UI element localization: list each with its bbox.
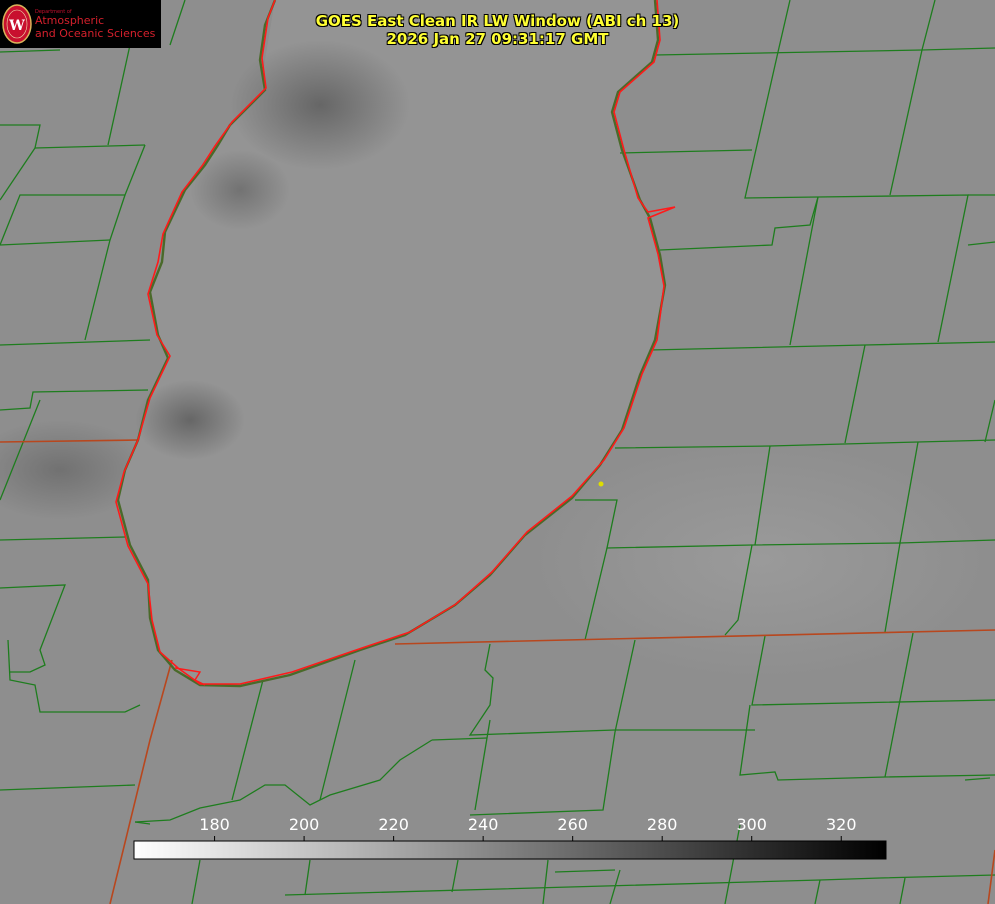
colorbar-tick-label: 300 bbox=[736, 815, 767, 834]
image-timestamp: 2026 Jan 27 09:31:17 GMT bbox=[386, 30, 609, 48]
light-land-region bbox=[530, 440, 990, 680]
colorbar-tick-label: 320 bbox=[826, 815, 857, 834]
image-title: GOES East Clean IR LW Window (ABI ch 13) bbox=[315, 12, 680, 30]
colorbar-tick-label: 200 bbox=[289, 815, 320, 834]
colorbar-tick-label: 260 bbox=[557, 815, 588, 834]
colorbar bbox=[133, 840, 887, 860]
colorbar-tick-label: 240 bbox=[468, 815, 499, 834]
location-dot-icon bbox=[598, 481, 604, 487]
colorbar-tick-label: 180 bbox=[199, 815, 230, 834]
colorbar-tick-label: 280 bbox=[647, 815, 678, 834]
colorbar-tick-label: 220 bbox=[378, 815, 409, 834]
cold-cloud-patch bbox=[230, 40, 410, 170]
satellite-map: 180 200 220 240 260 280 300 320 bbox=[0, 0, 995, 904]
